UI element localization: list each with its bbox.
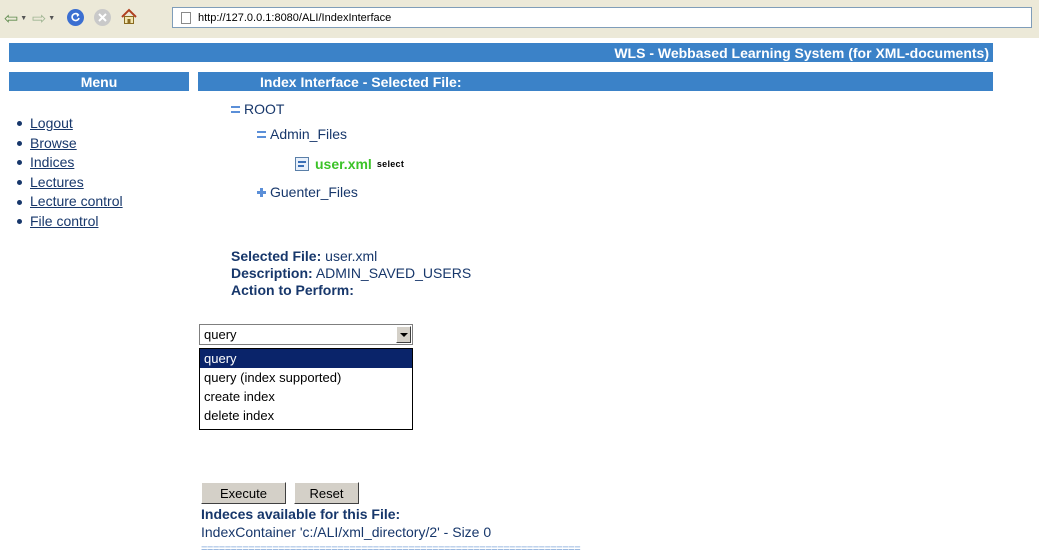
tree-node-user-xml: user.xml select [295, 156, 404, 172]
description-value: ADMIN_SAVED_USERS [315, 265, 472, 281]
action-info: Action to Perform: [231, 282, 354, 298]
bullet-icon [17, 160, 22, 166]
selected-file-label: Selected File: [231, 248, 322, 264]
address-bar[interactable]: http://127.0.0.1:8080/ALI/IndexInterface [172, 7, 1032, 28]
option-create-index[interactable]: create index [200, 387, 412, 406]
app-title: WLS - Webbased Learning System (for XML-… [614, 44, 989, 61]
dropdown-arrow-button[interactable] [396, 326, 411, 343]
menu-item-indices: Indices [17, 153, 123, 173]
collapse-icon[interactable] [257, 130, 266, 139]
menu-item-lectures: Lectures [17, 173, 123, 193]
app-banner: WLS - Webbased Learning System (for XML-… [9, 43, 993, 62]
description-info: Description: ADMIN_SAVED_USERS [231, 265, 471, 281]
selected-file-info: Selected File: user.xml [231, 248, 377, 264]
file-name[interactable]: user.xml [315, 156, 372, 172]
tree-node-guenter-files-label: Guenter_Files [270, 184, 358, 200]
option-query-index-supported[interactable]: query (index supported) [200, 368, 412, 387]
back-arrow-icon: ⇦ [4, 8, 19, 28]
refresh-button[interactable] [67, 9, 84, 26]
reset-button[interactable]: Reset [294, 482, 359, 504]
bullet-icon [17, 121, 22, 127]
forward-button[interactable]: ⇨ ▼ [32, 7, 55, 29]
logout-link[interactable]: Logout [30, 114, 73, 134]
tree-node-root[interactable]: ROOT [231, 101, 284, 117]
back-button[interactable]: ⇦ ▼ [4, 7, 27, 29]
content-header: Index Interface - Selected File: [198, 72, 993, 91]
browse-link[interactable]: Browse [30, 134, 77, 154]
stop-button[interactable] [94, 9, 111, 26]
file-control-link[interactable]: File control [30, 212, 98, 232]
bullet-icon [17, 140, 22, 146]
chevron-down-icon [399, 332, 408, 337]
tree-node-admin-files[interactable]: Admin_Files [257, 126, 347, 142]
expand-icon[interactable] [257, 187, 266, 197]
description-label: Description: [231, 265, 313, 281]
tree-node-admin-files-label: Admin_Files [270, 126, 348, 142]
refresh-icon [71, 12, 80, 22]
menu-item-file-control: File control [17, 212, 123, 232]
index-container-entry: IndexContainer 'c:/ALI/xml_directory/2' … [201, 524, 492, 540]
indices-link[interactable]: Indices [30, 153, 74, 173]
bullet-icon [17, 199, 22, 205]
page-icon [181, 11, 191, 24]
xml-file-icon [295, 157, 309, 171]
separator-line: ========================================… [201, 543, 581, 555]
indices-heading: Indeces available for this File: [201, 506, 401, 522]
action-select[interactable]: query [199, 324, 413, 345]
selected-file-value: user.xml [325, 248, 378, 264]
menu-item-browse: Browse [17, 134, 123, 154]
lecture-control-link[interactable]: Lecture control [30, 192, 123, 212]
option-delete-index[interactable]: delete index [200, 406, 412, 425]
home-button[interactable] [120, 8, 138, 26]
bullet-icon [17, 180, 22, 186]
chevron-down-icon: ▼ [48, 14, 56, 22]
stop-icon [98, 13, 107, 22]
menu-item-logout: Logout [17, 114, 123, 134]
file-select-link[interactable]: select [377, 159, 404, 169]
menu-list: Logout Browse Indices Lectures Lecture c… [17, 114, 123, 232]
menu-item-lecture-control: Lecture control [17, 192, 123, 212]
tree-node-guenter-files[interactable]: Guenter_Files [257, 184, 358, 200]
execute-button[interactable]: Execute [201, 482, 286, 504]
menu-header: Menu [9, 72, 189, 91]
forward-arrow-icon: ⇨ [32, 8, 47, 28]
browser-toolbar: ⇦ ▼ ⇨ ▼ http://127.0.0.1:8080/ALI/IndexI… [0, 0, 1039, 38]
bullet-icon [17, 219, 22, 225]
action-label: Action to Perform: [231, 282, 354, 298]
menu-title: Menu [80, 73, 118, 90]
chevron-down-icon: ▼ [20, 14, 28, 22]
address-url[interactable]: http://127.0.0.1:8080/ALI/IndexInterface [198, 12, 391, 24]
home-icon [121, 8, 137, 24]
lectures-link[interactable]: Lectures [30, 173, 84, 193]
tree-node-root-label: ROOT [244, 101, 285, 117]
option-query[interactable]: query [200, 349, 412, 368]
action-options-list: query query (index supported) create ind… [199, 348, 413, 430]
action-select-value: query [204, 327, 237, 342]
content-title: Index Interface - Selected File: [260, 73, 462, 90]
collapse-icon[interactable] [231, 105, 240, 114]
